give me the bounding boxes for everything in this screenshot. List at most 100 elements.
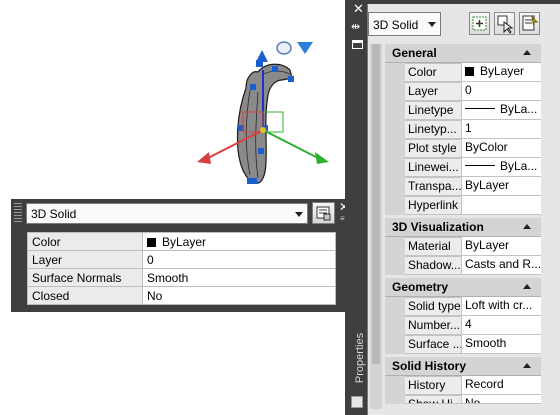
- property-label: Hyperlink: [405, 196, 462, 215]
- property-value[interactable]: [462, 196, 541, 215]
- lineweight-value: ByLa...: [500, 159, 538, 173]
- customize-icon: [316, 206, 331, 221]
- select-objects-icon: [497, 15, 514, 34]
- table-row[interactable]: Plot style ByColor: [385, 139, 541, 158]
- property-value[interactable]: ByLayer: [462, 237, 541, 256]
- palette-title-label: Properties: [354, 332, 367, 384]
- linetype-value: ByLa...: [500, 102, 538, 116]
- palette-properties-icon[interactable]: [351, 396, 363, 408]
- collapse-arrow-icon[interactable]: [523, 50, 531, 55]
- section-title: General: [392, 46, 437, 60]
- section-title: 3D Visualization: [392, 220, 484, 234]
- property-value[interactable]: ByLayer: [462, 63, 541, 82]
- property-value[interactable]: 0: [462, 82, 541, 101]
- table-row[interactable]: History Record: [385, 376, 541, 395]
- property-value[interactable]: Casts and R...: [462, 256, 541, 275]
- section-header-3d-visualization[interactable]: 3D Visualization: [385, 218, 541, 237]
- property-value[interactable]: ByLayer: [462, 177, 541, 196]
- scrollbar-thumb[interactable]: [372, 44, 380, 364]
- color-swatch-icon: [465, 67, 474, 76]
- property-label: Number...: [405, 316, 462, 335]
- table-row[interactable]: Surface ... Smooth: [385, 335, 541, 354]
- property-value[interactable]: ByColor: [462, 139, 541, 158]
- property-value[interactable]: Smooth: [462, 335, 541, 354]
- customize-button[interactable]: [312, 202, 335, 224]
- select-objects-button[interactable]: [494, 12, 515, 35]
- chevron-down-icon: [295, 212, 303, 217]
- table-row[interactable]: Color ByLayer: [27, 232, 336, 251]
- property-label: Transpa...: [405, 177, 462, 196]
- section-header-geometry[interactable]: Geometry: [385, 278, 541, 297]
- property-value[interactable]: 1: [462, 120, 541, 139]
- palette-menu-icon[interactable]: [352, 40, 363, 49]
- object-type-value: 3D Solid: [373, 18, 419, 32]
- property-label: Linetype: [405, 101, 462, 120]
- quick-select-icon: [522, 15, 539, 31]
- table-row[interactable]: Shadow... Casts and R...: [385, 256, 541, 275]
- object-type-value: 3D Solid: [31, 207, 77, 221]
- property-value[interactable]: ByLa...: [462, 158, 541, 177]
- chevron-down-icon: [428, 22, 436, 27]
- property-value[interactable]: Smooth: [142, 268, 336, 287]
- quick-select-button[interactable]: [519, 12, 540, 35]
- collapse-arrow-icon[interactable]: [523, 284, 531, 289]
- table-row[interactable]: Linetype ByLa...: [385, 101, 541, 120]
- table-row[interactable]: Layer 0: [27, 250, 336, 269]
- section-header-solid-history[interactable]: Solid History: [385, 357, 541, 376]
- object-type-dropdown[interactable]: 3D Solid: [368, 12, 441, 36]
- property-label: History: [405, 376, 462, 395]
- table-row[interactable]: Hyperlink: [385, 196, 541, 215]
- table-row[interactable]: Show Hi... No: [385, 395, 541, 404]
- quick-properties-grid: Color ByLayer Layer 0 Surface Normals Sm…: [27, 232, 336, 305]
- lofted-solid[interactable]: [236, 63, 293, 184]
- properties-palette: ✕ ⇹ Properties 3D Solid General Color By…: [345, 0, 560, 415]
- table-row[interactable]: Material ByLayer: [385, 237, 541, 256]
- color-value: ByLayer: [162, 234, 207, 249]
- property-label: Layer: [405, 82, 462, 101]
- property-label: Closed: [27, 286, 143, 305]
- property-label: Color: [405, 63, 462, 82]
- table-row[interactable]: Layer 0: [385, 82, 541, 101]
- viewport-3d-solid[interactable]: [0, 0, 345, 200]
- property-label: Linewei...: [405, 158, 462, 177]
- property-value[interactable]: No: [142, 286, 336, 305]
- property-value[interactable]: Record: [462, 376, 541, 395]
- options-icon[interactable]: ≡: [340, 215, 345, 223]
- collapse-arrow-icon[interactable]: [523, 224, 531, 229]
- table-row[interactable]: Transpa... ByLayer: [385, 177, 541, 196]
- table-row[interactable]: Number... 4: [385, 316, 541, 335]
- property-value[interactable]: ByLa...: [462, 101, 541, 120]
- object-type-dropdown[interactable]: 3D Solid: [26, 203, 308, 224]
- linetype-sample-icon: [465, 108, 495, 109]
- table-row[interactable]: Linetyp... 1: [385, 120, 541, 139]
- property-label: Shadow...: [405, 256, 462, 275]
- color-value: ByLayer: [480, 64, 525, 78]
- table-row[interactable]: Linewei... ByLa...: [385, 158, 541, 177]
- properties-grid: General Color ByLayer Layer 0 Linetype B…: [385, 44, 541, 404]
- close-icon[interactable]: ✕: [353, 2, 364, 15]
- palette-title: Properties: [351, 330, 367, 390]
- property-value[interactable]: No: [462, 395, 541, 404]
- property-label: Layer: [27, 250, 143, 269]
- toggle-pickadd-button[interactable]: [469, 12, 490, 35]
- table-row[interactable]: Surface Normals Smooth: [27, 268, 336, 287]
- vertical-scrollbar[interactable]: [370, 44, 382, 409]
- viewcube-icon[interactable]: [276, 41, 313, 55]
- property-value[interactable]: Loft with cr...: [462, 297, 541, 316]
- auto-hide-icon[interactable]: ⇹: [351, 22, 360, 33]
- section-header-general[interactable]: General: [385, 44, 541, 63]
- table-row[interactable]: Solid type Loft with cr...: [385, 297, 541, 316]
- property-label: Color: [27, 232, 143, 251]
- table-row[interactable]: Color ByLayer: [385, 63, 541, 82]
- table-row[interactable]: Closed No: [27, 286, 336, 305]
- property-value[interactable]: 0: [142, 250, 336, 269]
- pickadd-icon: [472, 16, 487, 31]
- property-label: Plot style: [405, 139, 462, 158]
- property-label: Linetyp...: [405, 120, 462, 139]
- property-value[interactable]: ByLayer: [142, 232, 336, 251]
- property-label: Solid type: [405, 297, 462, 316]
- property-label: Surface ...: [405, 335, 462, 354]
- panel-grip-handle[interactable]: [14, 203, 22, 223]
- property-value[interactable]: 4: [462, 316, 541, 335]
- collapse-arrow-icon[interactable]: [523, 363, 531, 368]
